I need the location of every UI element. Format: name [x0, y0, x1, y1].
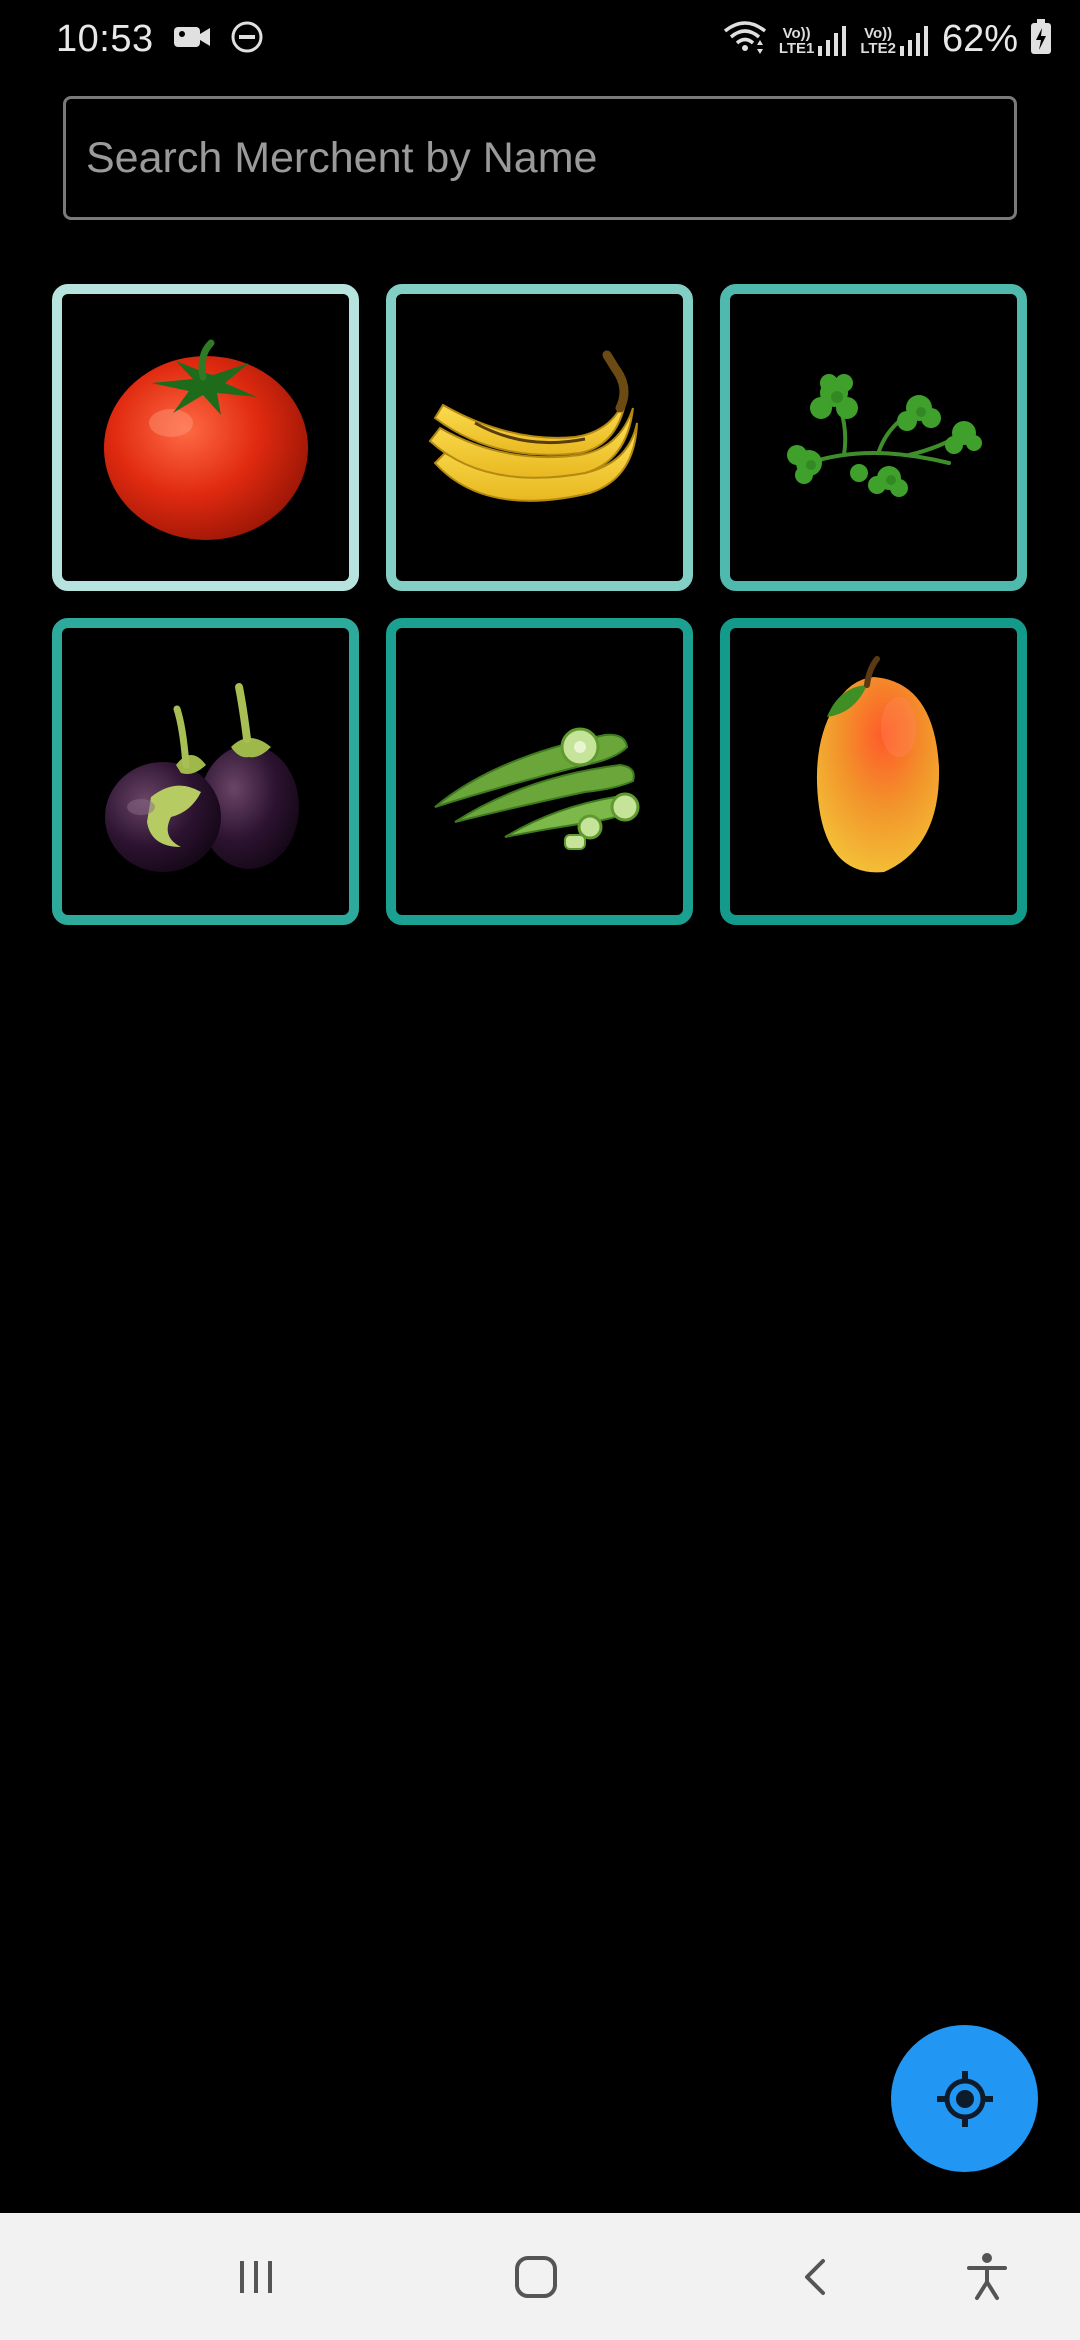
video-camera-icon	[172, 22, 212, 57]
battery-percent: 62%	[941, 18, 1018, 60]
recent-apps-button[interactable]	[220, 2241, 292, 2313]
sim2-label-top: Vo))	[864, 24, 893, 42]
back-icon	[805, 2259, 825, 2295]
search-input[interactable]	[66, 99, 1014, 217]
category-tile-okra[interactable]	[386, 618, 693, 925]
banana-icon	[428, 350, 638, 502]
sim2-signal: Vo)) LTE2	[860, 24, 930, 56]
sim1-label-bottom: LTE1	[778, 39, 815, 57]
recent-apps-icon	[240, 2261, 272, 2293]
back-button[interactable]	[781, 2241, 853, 2313]
category-tile-tomato[interactable]	[52, 284, 359, 591]
system-nav-bar	[0, 2213, 1080, 2340]
category-tile-parsley[interactable]	[720, 284, 1027, 591]
status-left: 10:53	[56, 18, 264, 61]
category-tile-mango[interactable]	[720, 618, 1027, 925]
sim2-label-bottom: LTE2	[860, 39, 896, 57]
status-time: 10:53	[56, 18, 154, 60]
eggplant-icon	[104, 682, 299, 872]
search-box[interactable]	[63, 96, 1017, 220]
status-bar: 10:53 Vo)) LTE1 Vo)) LTE2 62%	[0, 0, 1080, 86]
category-grid	[52, 284, 1028, 925]
home-button[interactable]	[500, 2241, 572, 2313]
battery-charging-icon	[1030, 19, 1052, 60]
do-not-disturb-icon	[230, 20, 264, 59]
location-target-icon	[936, 2070, 993, 2127]
sim1-label-top: Vo))	[782, 24, 811, 42]
wifi-icon	[723, 19, 767, 60]
tomato-icon	[103, 339, 308, 540]
signal-icon	[899, 25, 928, 56]
okra-icon	[433, 727, 639, 850]
home-icon	[515, 2256, 557, 2298]
sim1-signal: Vo)) LTE1	[779, 24, 849, 56]
mango-icon	[816, 655, 939, 872]
signal-icon	[818, 25, 847, 56]
parsley-icon	[786, 373, 982, 497]
category-tile-banana[interactable]	[386, 284, 693, 591]
category-tile-eggplant[interactable]	[52, 618, 359, 925]
location-fab-button[interactable]	[891, 2025, 1038, 2172]
status-right: Vo)) LTE1 Vo)) LTE2 62%	[723, 18, 1052, 61]
accessibility-button[interactable]	[951, 2241, 1023, 2313]
accessibility-icon	[967, 2253, 1007, 2300]
